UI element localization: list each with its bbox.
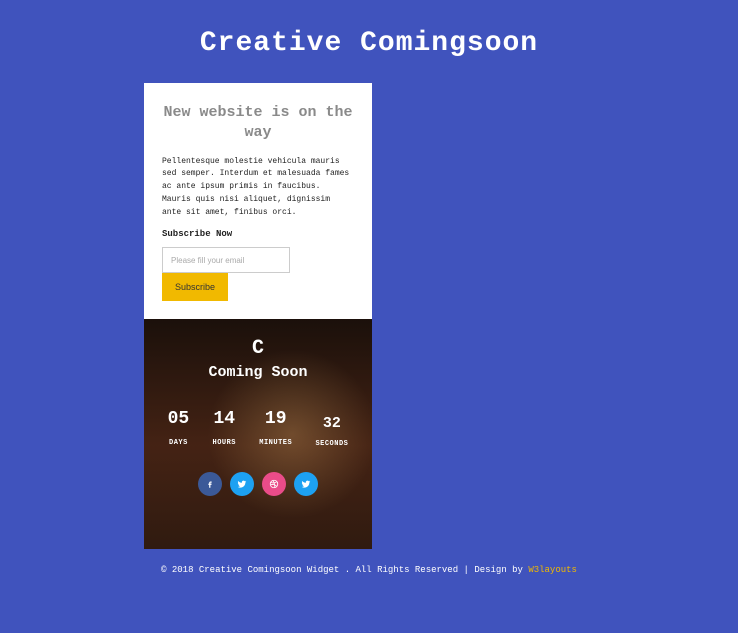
minutes-label: MINUTES xyxy=(259,439,292,447)
subscribe-panel: New website is on the way Pellentesque m… xyxy=(144,83,372,319)
twitter2-icon[interactable] xyxy=(294,472,318,496)
hours-label: HOURS xyxy=(213,439,237,447)
coming-soon-title: Coming Soon xyxy=(156,364,360,381)
email-field[interactable] xyxy=(162,247,290,273)
subscribe-button[interactable]: Subscribe xyxy=(162,273,228,301)
seconds-label: SECONDS xyxy=(315,440,348,448)
countdown-minutes: 19 MINUTES xyxy=(259,409,292,448)
facebook-icon[interactable] xyxy=(198,472,222,496)
dribbble-icon[interactable] xyxy=(262,472,286,496)
countdown-hours: 14 HOURS xyxy=(213,409,237,448)
footer-text: © 2018 Creative Comingsoon Widget . All … xyxy=(161,565,528,575)
days-value: 05 xyxy=(168,409,190,429)
minutes-value: 19 xyxy=(259,409,292,429)
logo-letter: C xyxy=(156,337,360,360)
subheading: New website is on the way xyxy=(162,103,354,144)
twitter-icon[interactable] xyxy=(230,472,254,496)
days-label: DAYS xyxy=(168,439,190,447)
hours-value: 14 xyxy=(213,409,237,429)
subscribe-label: Subscribe Now xyxy=(162,229,354,239)
countdown-panel: C Coming Soon 05 DAYS 14 HOURS 19 MINUTE… xyxy=(144,319,372,549)
footer: © 2018 Creative Comingsoon Widget . All … xyxy=(0,565,738,575)
coming-soon-card: New website is on the way Pellentesque m… xyxy=(144,83,372,549)
countdown-seconds: 32 SECONDS xyxy=(315,409,348,448)
seconds-value: 32 xyxy=(315,415,348,432)
social-links xyxy=(156,472,360,496)
page-title: Creative Comingsoon xyxy=(0,0,738,83)
countdown-days: 05 DAYS xyxy=(168,409,190,448)
description-text: Pellentesque molestie vehicula mauris se… xyxy=(162,156,354,220)
footer-link[interactable]: W3layouts xyxy=(528,565,577,575)
countdown-timer: 05 DAYS 14 HOURS 19 MINUTES 32 SECONDS xyxy=(156,409,360,448)
